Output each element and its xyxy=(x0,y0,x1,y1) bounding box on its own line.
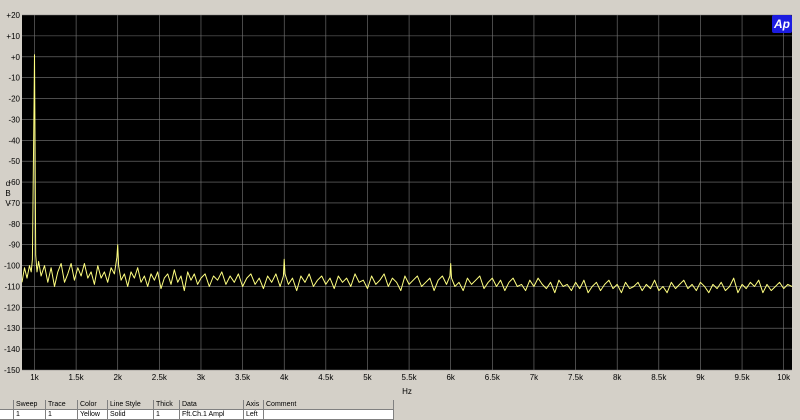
y-tick-label: +20 xyxy=(6,11,20,20)
x-tick-label: 5.5k xyxy=(402,373,418,382)
legend-header-thick[interactable]: Thick xyxy=(154,400,180,410)
x-tick-label: 1.5k xyxy=(69,373,85,382)
y-tick-label: -20 xyxy=(8,95,20,104)
x-tick-label: 6.5k xyxy=(485,373,501,382)
x-axis-label: Hz xyxy=(402,387,412,396)
y-axis-label-letter: V xyxy=(5,199,11,208)
x-tick-label: 8k xyxy=(613,373,622,382)
x-tick-label: 3k xyxy=(197,373,206,382)
y-tick-label: -90 xyxy=(8,241,20,250)
x-tick-label: 5k xyxy=(363,373,372,382)
x-tick-label: 3.5k xyxy=(235,373,251,382)
y-axis-label-letter: B xyxy=(5,189,10,198)
y-tick-label: +0 xyxy=(11,53,21,62)
x-tick-label: 2.5k xyxy=(152,373,168,382)
legend-header-comment[interactable]: Comment xyxy=(264,400,394,410)
legend-header-color[interactable]: Color xyxy=(78,400,108,410)
x-tick-label: 4k xyxy=(280,373,289,382)
ap-logo: Ap xyxy=(772,15,792,33)
x-tick-label: 8.5k xyxy=(651,373,667,382)
y-tick-label: -110 xyxy=(5,282,21,291)
legend-header-row: Sweep Trace Color Line Style Thick Data … xyxy=(0,400,800,410)
legend-cell-color[interactable]: Yellow xyxy=(78,410,108,420)
legend-row[interactable]: 1 1 Yellow Solid 1 Fft.Ch.1 Ampl Left xyxy=(0,410,800,420)
y-tick-label: -40 xyxy=(8,136,20,145)
y-tick-label: -150 xyxy=(4,366,21,375)
legend-header-line-style[interactable]: Line Style xyxy=(108,400,154,410)
legend-cell-thick[interactable]: 1 xyxy=(154,410,180,420)
legend-header-axis[interactable]: Axis xyxy=(244,400,264,410)
x-tick-label: 10k xyxy=(777,373,791,382)
y-tick-label: -30 xyxy=(8,115,20,124)
y-tick-label: -130 xyxy=(4,324,21,333)
legend-cell-axis[interactable]: Left xyxy=(244,410,264,420)
x-tick-label: 9.5k xyxy=(734,373,750,382)
legend-header-sweep[interactable]: Sweep xyxy=(14,400,46,410)
x-tick-label: 1k xyxy=(30,373,39,382)
trace-legend-table: Sweep Trace Color Line Style Thick Data … xyxy=(0,400,800,420)
legend-row-selector[interactable] xyxy=(0,410,14,420)
x-tick-label: 6k xyxy=(446,373,455,382)
y-tick-label: -60 xyxy=(8,178,20,187)
legend-cell-data[interactable]: Fft.Ch.1 Ampl xyxy=(180,410,244,420)
legend-cell-trace[interactable]: 1 xyxy=(46,410,78,420)
y-tick-label: -50 xyxy=(8,157,20,166)
y-tick-label: -140 xyxy=(4,345,21,354)
x-tick-label: 9k xyxy=(696,373,705,382)
y-tick-label: -100 xyxy=(4,262,21,271)
y-tick-label: +10 xyxy=(6,32,20,41)
y-tick-label: -10 xyxy=(8,74,20,83)
legend-cell-line-style[interactable]: Solid xyxy=(108,410,154,420)
y-tick-label: -80 xyxy=(8,220,20,229)
y-tick-label: -120 xyxy=(4,303,21,312)
x-tick-label: 2k xyxy=(114,373,123,382)
fft-spectrum-chart: +20+10+0-10-20-30-40-50-60-70-80-90-100-… xyxy=(0,0,800,400)
x-tick-label: 7k xyxy=(530,373,539,382)
plot-area xyxy=(22,15,792,370)
legend-cell-sweep[interactable]: 1 xyxy=(14,410,46,420)
legend-header-trace[interactable]: Trace xyxy=(46,400,78,410)
legend-cell-comment[interactable] xyxy=(264,410,394,420)
y-axis-label-letter: d xyxy=(6,179,10,188)
legend-header-cell xyxy=(0,400,14,410)
x-tick-label: 7.5k xyxy=(568,373,584,382)
legend-header-data[interactable]: Data xyxy=(180,400,244,410)
x-tick-label: 4.5k xyxy=(318,373,334,382)
